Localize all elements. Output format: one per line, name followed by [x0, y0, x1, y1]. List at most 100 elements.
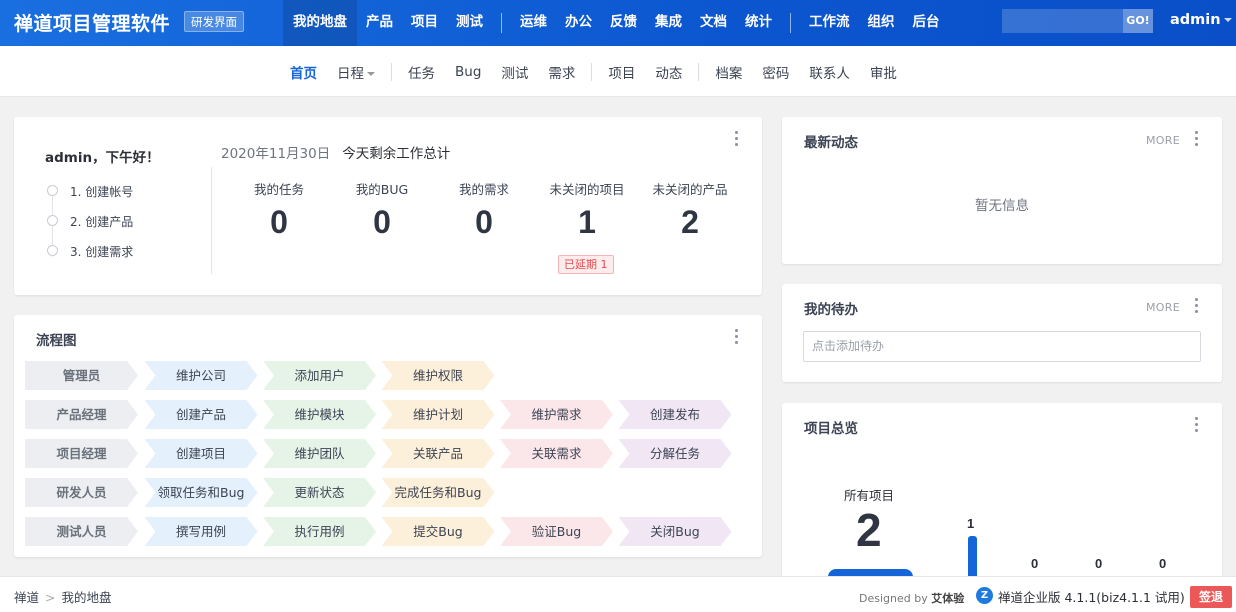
- nav-stats[interactable]: 统计: [736, 0, 781, 46]
- nav-integration[interactable]: 集成: [646, 0, 691, 46]
- delayed-badge[interactable]: 已延期 1: [558, 255, 614, 274]
- nav-project[interactable]: 项目: [402, 0, 447, 46]
- user-name: admin: [1170, 12, 1221, 28]
- nav-my-dashboard[interactable]: 我的地盘: [283, 0, 357, 46]
- more-actions-icon[interactable]: [1195, 298, 1199, 314]
- subnav-task[interactable]: 任务: [398, 62, 445, 82]
- flow-row: 管理员 维护公司 添加用户 维护权限: [25, 361, 745, 390]
- nav-test[interactable]: 测试: [447, 0, 492, 46]
- flow-step[interactable]: 维护公司: [145, 361, 258, 390]
- stat-my-bugs[interactable]: 我的BUG 0: [331, 179, 433, 241]
- flow-step[interactable]: 领取任务和Bug: [145, 478, 258, 507]
- designed-prefix: Designed by: [859, 592, 928, 605]
- subnav-password[interactable]: 密码: [752, 62, 799, 82]
- flow-step[interactable]: 创建项目: [145, 439, 258, 468]
- flowchart-title: 流程图: [36, 333, 77, 349]
- stat-label: 我的BUG: [355, 182, 409, 197]
- stat-open-products[interactable]: 未关闭的产品 2: [639, 179, 741, 241]
- flow-step[interactable]: 关联产品: [382, 439, 495, 468]
- nav-organization[interactable]: 组织: [859, 0, 904, 46]
- designer-link[interactable]: 艾体验: [931, 592, 964, 605]
- flow-step[interactable]: 验证Bug: [500, 517, 613, 546]
- nav-admin[interactable]: 后台: [904, 0, 949, 46]
- brand-title[interactable]: 禅道项目管理软件: [14, 9, 170, 36]
- subnav-divider: [698, 62, 700, 81]
- todo-more-link[interactable]: MORE: [1146, 301, 1180, 314]
- nav-docs[interactable]: 文档: [691, 0, 736, 46]
- flow-step[interactable]: 维护团队: [263, 439, 376, 468]
- flow-step[interactable]: 创建发布: [619, 400, 732, 429]
- stat-my-stories[interactable]: 我的需求 0: [433, 179, 535, 241]
- step-create-account[interactable]: 1. 创建帐号: [47, 183, 133, 213]
- breadcrumb-root[interactable]: 禅道: [14, 590, 39, 605]
- stat-label: 我的需求: [458, 182, 509, 197]
- subnav-bug[interactable]: Bug: [445, 64, 491, 80]
- nav-ops[interactable]: 运维: [511, 0, 556, 46]
- more-actions-icon[interactable]: [735, 329, 739, 345]
- designed-by: Designed by 艾体验: [859, 590, 964, 606]
- flow-step[interactable]: 创建产品: [145, 400, 258, 429]
- project-status-value: 0: [1159, 556, 1167, 571]
- interface-badge[interactable]: 研发界面: [184, 11, 244, 32]
- subnav-dynamic[interactable]: 动态: [645, 62, 692, 82]
- stat-open-projects[interactable]: 未关闭的项目 1: [536, 179, 638, 241]
- search-go-button[interactable]: GO!: [1123, 9, 1153, 33]
- flow-step[interactable]: 维护需求: [500, 400, 613, 429]
- stat-value: 0: [270, 204, 288, 240]
- subnav-contacts[interactable]: 联系人: [799, 62, 860, 82]
- more-actions-icon[interactable]: [735, 131, 739, 147]
- breadcrumb-current[interactable]: 我的地盘: [62, 590, 112, 605]
- flow-step[interactable]: 维护计划: [382, 400, 495, 429]
- subnav-testcase[interactable]: 测试: [491, 62, 538, 82]
- step-dot-icon: [47, 185, 58, 196]
- flow-step[interactable]: 维护模块: [263, 400, 376, 429]
- subnav-home[interactable]: 首页: [280, 62, 327, 82]
- today-date: 2020年11月30日: [221, 146, 331, 162]
- user-menu[interactable]: admin: [1170, 12, 1232, 28]
- version-text[interactable]: 禅道企业版 4.1.1(biz4.1.1 试用): [998, 587, 1185, 606]
- flow-step[interactable]: 关联需求: [500, 439, 613, 468]
- project-status-value: 0: [1031, 556, 1039, 571]
- welcome-divider: [211, 167, 212, 274]
- flow-step[interactable]: 分解任务: [619, 439, 732, 468]
- subnav-project[interactable]: 项目: [598, 62, 645, 82]
- stat-my-tasks[interactable]: 我的任务 0: [228, 179, 330, 241]
- subnav-profile[interactable]: 档案: [705, 62, 752, 82]
- flow-step[interactable]: 添加用户: [263, 361, 376, 390]
- subnav-calendar[interactable]: 日程: [327, 62, 385, 82]
- subnav-divider: [391, 62, 392, 81]
- stat-label: 未关闭的产品: [652, 182, 728, 197]
- nav-feedback[interactable]: 反馈: [601, 0, 646, 46]
- all-projects-button[interactable]: [828, 569, 913, 576]
- signout-button[interactable]: 签退: [1190, 586, 1232, 608]
- flow-step[interactable]: 执行用例: [263, 517, 376, 546]
- step-create-product[interactable]: 2. 创建产品: [47, 213, 133, 243]
- flow-step[interactable]: 提交Bug: [382, 517, 495, 546]
- nav-office[interactable]: 办公: [556, 0, 601, 46]
- flow-step[interactable]: 完成任务和Bug: [382, 478, 495, 507]
- flow-step[interactable]: 关闭Bug: [619, 517, 732, 546]
- zentao-logo-icon: Z: [976, 587, 993, 604]
- more-actions-icon[interactable]: [1195, 131, 1199, 147]
- dynamics-more-link[interactable]: MORE: [1146, 134, 1180, 147]
- flow-step[interactable]: 维护权限: [382, 361, 495, 390]
- nav-workflow[interactable]: 工作流: [800, 0, 859, 46]
- global-search-input[interactable]: [1002, 9, 1123, 33]
- my-todo-panel: 我的待办 MORE 点击添加待办: [782, 284, 1222, 382]
- footer: 禅道 > 我的地盘 Designed by 艾体验 Z 禅道企业版 4.1.1(bi…: [0, 576, 1236, 612]
- subnav-story[interactable]: 需求: [538, 62, 585, 82]
- flow-role-label: 测试人员: [25, 517, 138, 546]
- dynamics-title: 最新动态: [804, 135, 858, 151]
- todo-title: 我的待办: [804, 302, 858, 318]
- project-overview-title: 项目总览: [804, 421, 858, 437]
- more-actions-icon[interactable]: [1195, 417, 1199, 433]
- add-todo-input[interactable]: 点击添加待办: [803, 331, 1201, 362]
- all-projects-count: 2: [856, 504, 882, 556]
- flow-step[interactable]: 更新状态: [263, 478, 376, 507]
- subnav-approval[interactable]: 审批: [860, 62, 907, 82]
- chevron-down-icon: [367, 71, 375, 76]
- project-status-bar[interactable]: [968, 536, 977, 576]
- flow-step[interactable]: 撰写用例: [145, 517, 258, 546]
- nav-product[interactable]: 产品: [357, 0, 402, 46]
- step-create-story[interactable]: 3. 创建需求: [47, 243, 133, 273]
